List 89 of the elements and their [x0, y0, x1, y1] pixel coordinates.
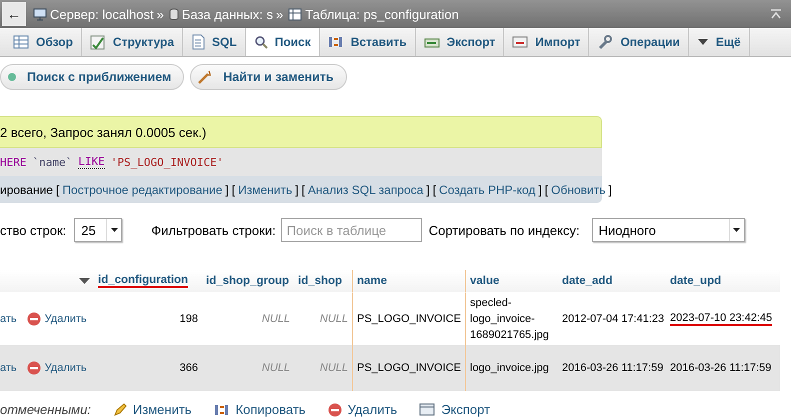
table-cell: PS_LOGO_INVOICE — [357, 362, 461, 374]
breadcrumb-separator: » — [276, 6, 284, 22]
pencil-icon — [112, 402, 127, 416]
column-header[interactable]: value — [470, 275, 500, 287]
bracket: [ — [302, 182, 305, 196]
columns-icon — [328, 35, 344, 49]
tab[interactable]: Вставить — [320, 28, 416, 56]
document-icon — [191, 34, 206, 50]
subnav-button[interactable]: Поиск с приближением — [0, 64, 184, 90]
query-link[interactable]: Построчное редактирование — [62, 182, 222, 196]
bracket: ] — [426, 182, 430, 196]
bracket: [ — [432, 182, 436, 196]
table-cell: 2023-07-10 23:42:45 — [670, 312, 772, 326]
filter-input[interactable]: Поиск в таблице — [280, 218, 422, 242]
delete-icon — [328, 402, 342, 416]
query-link[interactable]: Обновить — [551, 182, 606, 196]
sort-caret-icon[interactable] — [79, 277, 90, 285]
delete-icon — [26, 361, 41, 375]
search-icon — [254, 35, 268, 49]
window-icon — [419, 403, 436, 416]
tab[interactable]: Экспорт — [416, 28, 504, 56]
row-action-link[interactable]: ать — [0, 362, 17, 374]
bracket: [ — [544, 182, 548, 196]
table-cell: 2012-07-04 17:41:23 — [562, 313, 664, 325]
magic-wand-icon — [197, 70, 214, 84]
bracket: ] — [295, 182, 299, 196]
back-button[interactable]: ← — [2, 2, 26, 26]
link-label: ирование — [0, 182, 53, 196]
table-cell: NULL — [320, 313, 348, 325]
subnav-button[interactable]: Найти и заменить — [190, 64, 347, 90]
sort-select[interactable]: Ниодного — [592, 218, 745, 242]
field-label: ство строк: — [0, 222, 66, 238]
monitor-icon — [33, 8, 47, 20]
table-cell: 2016-03-26 11:17:59 — [670, 362, 772, 374]
bracket: [ — [56, 182, 60, 196]
table-cell: NULL — [320, 362, 348, 374]
tray-icon — [512, 36, 528, 48]
table-cell-text: logo_invoice.jpg — [470, 361, 549, 376]
query-link[interactable]: Анализ SQL запроса — [308, 182, 424, 196]
columns-icon — [214, 402, 230, 416]
tab[interactable]: Поиск — [246, 28, 320, 56]
breadcrumb-link[interactable]: База данных: s — [182, 6, 274, 22]
query-link[interactable]: Изменить — [238, 182, 292, 196]
table-cell: 2016-03-26 11:17:59 — [562, 362, 664, 374]
tab[interactable]: Структура — [82, 28, 184, 56]
bulk-action-link[interactable]: Копировать — [214, 402, 306, 417]
bulk-action-link[interactable]: Экспорт — [419, 402, 490, 417]
bracket: ] — [538, 182, 542, 196]
row-action-link[interactable]: ать — [0, 313, 17, 325]
column-header[interactable]: name — [357, 275, 388, 287]
field-label: Сортировать по индексу: — [428, 222, 580, 238]
query-status: 2 всего, Запрос занял 0.0005 сек.) — [0, 116, 602, 148]
grid-icon — [13, 35, 29, 49]
table-cell: 366 — [180, 362, 198, 374]
tab[interactable]: Импорт — [504, 28, 590, 56]
table-cell: NULL — [262, 362, 290, 374]
table-cell: NULL — [262, 313, 290, 325]
checklist-icon — [90, 34, 106, 50]
database-icon — [168, 8, 179, 20]
table-cell-text: specled-logo_invoice-1689021765.jpg — [470, 296, 550, 343]
delete-link[interactable]: Удалить — [26, 312, 87, 326]
table-cell: 198 — [180, 313, 198, 325]
breadcrumb-link[interactable]: Сервер: localhost — [50, 6, 154, 22]
query-link[interactable]: Создать PHP-код — [439, 182, 536, 196]
bracket: ] — [608, 182, 612, 196]
bulk-action-link[interactable]: Удалить — [328, 402, 398, 417]
field-label: Фильтровать строки: — [151, 222, 276, 238]
wrench-icon — [597, 34, 614, 50]
bracket: ] — [225, 182, 229, 196]
rows-select[interactable]: 25 — [74, 218, 122, 242]
dropdown-arrow-icon — [110, 228, 118, 232]
bulk-action-link[interactable]: Изменить — [112, 402, 192, 417]
caret-icon — [696, 37, 709, 47]
dropdown-arrow-icon — [733, 228, 740, 232]
bracket: [ — [232, 182, 236, 196]
chevron-up-icon — [770, 9, 782, 19]
bulk-label: отмеченными: — [0, 402, 91, 417]
tray-icon — [424, 36, 440, 48]
breadcrumb-link[interactable]: Таблица: ps_configuration — [305, 6, 459, 22]
tab[interactable]: Обзор — [5, 28, 82, 56]
table-cell: PS_LOGO_INVOICE — [357, 313, 461, 325]
table-icon — [288, 8, 302, 20]
delete-icon — [26, 312, 41, 326]
delete-link[interactable]: Удалить — [26, 361, 87, 375]
tab[interactable]: SQL — [183, 28, 246, 56]
tab[interactable]: Ещё — [688, 28, 750, 56]
sql-query: HERE `name` LIKE 'PS_LOGO_INVOICE' — [0, 148, 602, 176]
breadcrumb-separator: » — [156, 6, 164, 22]
tab[interactable]: Операции — [589, 28, 689, 56]
